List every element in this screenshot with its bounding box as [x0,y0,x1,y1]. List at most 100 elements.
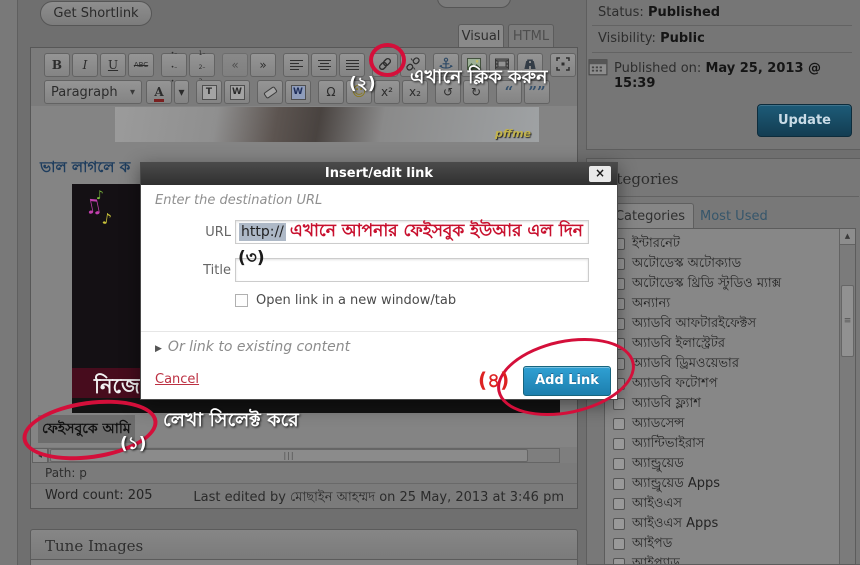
category-label[interactable]: অ্যাডবি ইলাস্ট্রেটর [632,334,725,355]
tab-visual[interactable]: Visual [458,24,504,48]
special-char-button-glyph: Ω [326,85,336,99]
category-checkbox[interactable] [613,478,625,490]
alignJ-icon [345,59,359,71]
word-count: Word count: 205 [45,488,153,503]
numbered-list-button[interactable]: 1–2–3– [189,51,215,85]
superscript-button[interactable]: x² [374,80,400,104]
tab-html[interactable]: HTML [508,24,554,48]
category-item: অ্যান্ড্রুয়েড [613,454,833,474]
category-item: অ্যাডসেন্স [613,414,833,434]
fullscreen-button[interactable] [550,53,576,77]
categories-scrollbar[interactable]: ▲ ≡ [839,229,855,564]
tune-images-title: Tune Images [45,537,144,555]
category-label[interactable]: আইওএস Apps [632,514,718,535]
annotation-step-3: (৩) [238,248,265,268]
category-checkbox[interactable] [613,518,625,530]
editor-path: Path: p [45,466,87,480]
indent-button[interactable]: » [250,53,276,77]
category-checkbox[interactable] [613,558,625,564]
special-char-button[interactable]: Ω [318,80,344,104]
paste-word-button[interactable]: W [224,80,250,104]
dialog-divider [141,331,617,332]
tune-images-metabox[interactable]: Tune Images [30,529,578,560]
bullet-list-button[interactable]: •–•–•– [161,51,187,85]
category-item: অ্যাডবি ড্রিমওয়েভার [613,354,833,374]
category-label[interactable]: অ্যাডবি ড্রিমওয়েভার [632,354,739,375]
category-item: অ্যাডবি ফটোশপ [613,374,833,394]
bold-button[interactable]: B [44,53,70,77]
category-item: অ্যান্টিভাইরাস [613,434,833,454]
colorA-icon: A [154,85,164,102]
paste-text-button-glyph: T [201,84,217,100]
status-label: Status: [598,5,644,20]
category-label[interactable]: অ্যাডসেন্স [632,414,684,435]
close-icon[interactable]: × [589,166,611,182]
embed-media-button[interactable]: W [285,80,311,104]
visibility-label: Visibility: [598,31,656,46]
category-item: ইন্টারনেট [613,234,833,254]
paragraph-dropdown-label: Paragraph [51,84,118,100]
category-item: অ্যান্ড্রুয়েড Apps [613,474,833,494]
strikethrough-button[interactable]: ABC [128,53,154,77]
italic-button-glyph: I [82,58,88,72]
category-checkbox[interactable] [613,498,625,510]
tab-all-categories[interactable]: Categories [606,203,694,229]
publish-divider [592,25,852,26]
underline-button[interactable]: U [100,53,126,77]
triangle-right-icon: ▶ [155,344,162,354]
category-checkbox[interactable] [613,458,625,470]
scroll-up-icon[interactable]: ▲ [840,229,855,245]
category-checkbox[interactable] [613,418,625,430]
chevron-down-icon: ▾ [129,86,135,98]
italic-button[interactable]: I [72,53,98,77]
get-shortlink-button[interactable]: Get Shortlink [40,1,152,26]
category-item: অন্যান্য [613,294,833,314]
category-item: অ্যাডবি ইলাস্ট্রেটর [613,334,833,354]
category-label[interactable]: আইপড [632,534,672,555]
annotation-step-1: (১) [120,434,147,454]
category-label[interactable]: অ্যান্ড্রুয়েড Apps [632,474,720,495]
alignC-icon [317,59,331,71]
update-button[interactable]: Update [757,104,852,137]
annotation-click-here: এখানে ক্লিক করুন [410,66,548,88]
cropped-top-button[interactable] [437,0,511,8]
dialog-instruction: Enter the destination URL [155,193,323,208]
page-left-strip [0,0,18,565]
new-window-checkbox[interactable] [235,294,248,307]
paragraph-dropdown[interactable]: Paragraph ▾ [44,80,142,104]
categories-scroll-thumb[interactable]: ≡ [841,285,854,357]
text-color-button[interactable]: A [146,80,172,104]
alignL-icon [289,59,303,71]
published-on-row: Published on: May 25, 2013 @ 15:39 [614,61,860,91]
remove-format-button[interactable] [257,80,283,104]
category-label[interactable]: অ্যান্টিভাইরাস [632,434,704,455]
category-item: অটোডেস্ক অটোক্যাড [613,254,833,274]
bold-button-glyph: B [51,58,63,72]
category-label[interactable]: অটোডেস্ক থ্রিডি স্টুডিও ম্যাক্স [632,274,781,295]
category-label[interactable]: অ্যাডবি ফ্ল্যাশ [632,394,701,415]
text-color-menu-button[interactable]: ▾ [174,80,189,104]
category-label[interactable]: আইওএস [632,494,682,515]
tab-most-used[interactable]: Most Used [700,209,768,224]
category-checkbox[interactable] [613,538,625,550]
category-checkbox[interactable] [613,438,625,450]
outdent-button[interactable]: « [222,53,248,77]
category-label[interactable]: অন্যান্য [632,294,670,315]
category-item: অটোডেস্ক থ্রিডি স্টুডিও ম্যাক্স [613,274,833,294]
photo-watermark: pffme [495,127,531,140]
align-left-button[interactable] [283,53,309,77]
title-input[interactable] [235,258,589,282]
calendar-icon [588,57,608,81]
paste-text-button[interactable]: T [196,80,222,104]
category-label[interactable]: অ্যাডবি আফটারইফেক্টস [632,314,756,335]
category-label[interactable]: ইন্টারনেট [632,234,680,255]
category-label[interactable]: আইপ্যাড [632,554,680,565]
category-label[interactable]: অটোডেস্ক অটোক্যাড [632,254,741,275]
category-label[interactable]: অ্যান্ড্রুয়েড [632,454,684,475]
cancel-link[interactable]: Cancel [155,372,199,387]
category-label[interactable]: অ্যাডবি ফটোশপ [632,374,718,395]
align-center-button[interactable] [311,53,337,77]
link-existing-content-label: Or link to existing content [167,339,351,355]
link-existing-content-toggle[interactable]: ▶ Or link to existing content [155,339,350,355]
url-input[interactable]: http:// এখানে আপনার ফেইসবুক ইউআর এল দিন [235,220,589,244]
